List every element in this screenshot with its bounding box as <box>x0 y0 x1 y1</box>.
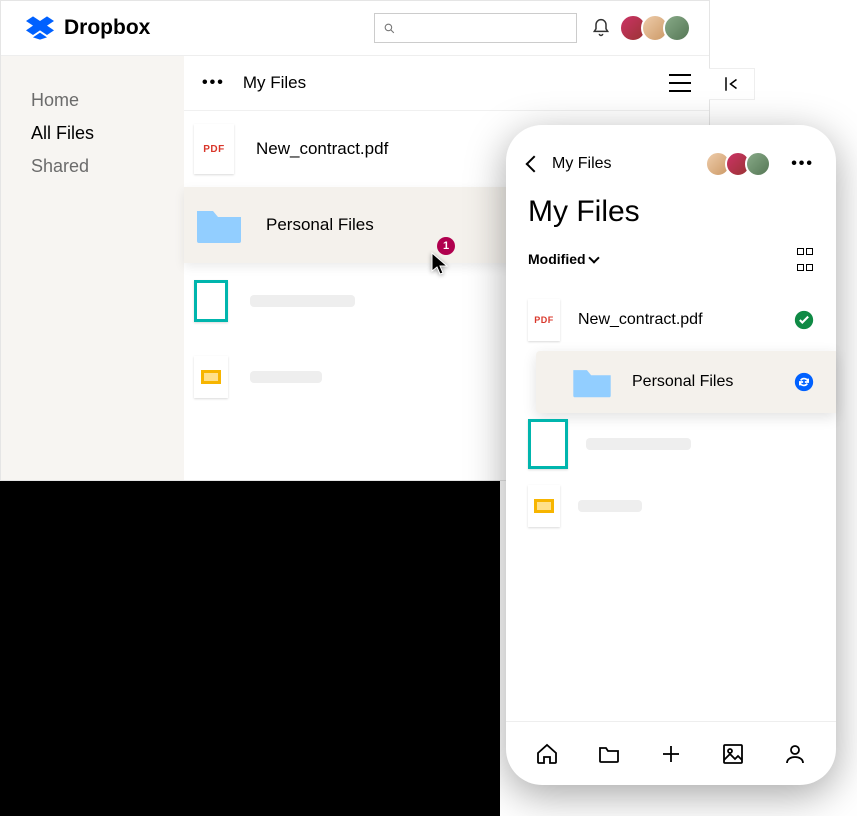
dropbox-logo-icon <box>26 16 54 40</box>
folder-name: Personal Files <box>632 373 733 391</box>
mobile-window: My Files ••• My Files Modified PDF New_c… <box>506 125 836 785</box>
home-tab-icon[interactable] <box>535 742 559 766</box>
mobile-header: My Files ••• <box>506 151 836 177</box>
sidebar-item-shared[interactable]: Shared <box>31 150 184 183</box>
folder-icon <box>570 365 614 399</box>
brand-name: Dropbox <box>64 16 150 40</box>
breadcrumb[interactable]: My Files <box>552 155 612 173</box>
search-icon <box>383 22 396 35</box>
folder-name: Personal Files <box>266 215 374 235</box>
back-icon[interactable] <box>526 156 543 173</box>
sidebar: Home All Files Shared <box>1 56 184 480</box>
file-row[interactable]: PDF New_contract.pdf <box>506 289 836 351</box>
avatar <box>745 151 771 177</box>
sort-bar: Modified <box>506 243 836 285</box>
files-tab-icon[interactable] <box>597 742 621 766</box>
sort-button[interactable]: Modified <box>528 251 598 267</box>
more-menu-icon[interactable]: ••• <box>791 155 814 173</box>
page-title: My Files <box>506 177 836 243</box>
pdf-file-icon: PDF <box>194 124 234 174</box>
account-tab-icon[interactable] <box>783 742 807 766</box>
pdf-file-icon: PDF <box>528 299 560 341</box>
drag-count-badge: 1 <box>437 237 455 255</box>
grid-view-icon[interactable] <box>796 243 814 275</box>
file-name-placeholder <box>250 295 355 307</box>
avatar <box>663 14 691 42</box>
folder-row[interactable]: Personal Files <box>536 351 836 413</box>
search-input[interactable] <box>374 13 577 43</box>
collapse-panel-button[interactable] <box>709 68 755 100</box>
collapse-icon <box>723 75 741 93</box>
file-name-placeholder <box>586 438 691 450</box>
photos-tab-icon[interactable] <box>721 742 745 766</box>
hamburger-icon[interactable] <box>669 74 691 92</box>
main-header: ••• My Files <box>184 56 709 111</box>
topbar: Dropbox <box>1 1 709 56</box>
collaborator-avatars[interactable] <box>625 14 691 42</box>
chevron-down-icon <box>588 252 599 263</box>
mobile-tabbar <box>506 721 836 785</box>
more-menu-icon[interactable]: ••• <box>202 74 225 92</box>
slides-file-icon <box>528 485 560 527</box>
breadcrumb[interactable]: My Files <box>243 73 306 93</box>
syncing-status-icon <box>794 372 814 392</box>
sidebar-item-home[interactable]: Home <box>31 84 184 117</box>
folder-icon <box>194 205 244 245</box>
sidebar-item-all-files[interactable]: All Files <box>31 117 184 150</box>
brand[interactable]: Dropbox <box>26 16 150 40</box>
mobile-file-list: PDF New_contract.pdf Personal Files <box>506 285 836 721</box>
file-row[interactable] <box>506 413 836 475</box>
file-name-placeholder <box>250 371 322 383</box>
image-file-icon <box>194 280 228 322</box>
file-name-placeholder <box>578 500 642 512</box>
file-row[interactable] <box>506 475 836 537</box>
image-file-icon <box>528 419 568 469</box>
slides-file-icon <box>194 356 228 398</box>
collaborator-avatars[interactable] <box>711 151 771 177</box>
synced-status-icon <box>794 310 814 330</box>
notifications-icon[interactable] <box>591 18 611 38</box>
file-name: New_contract.pdf <box>578 311 703 329</box>
add-tab-icon[interactable] <box>659 742 683 766</box>
file-name: New_contract.pdf <box>256 139 388 159</box>
